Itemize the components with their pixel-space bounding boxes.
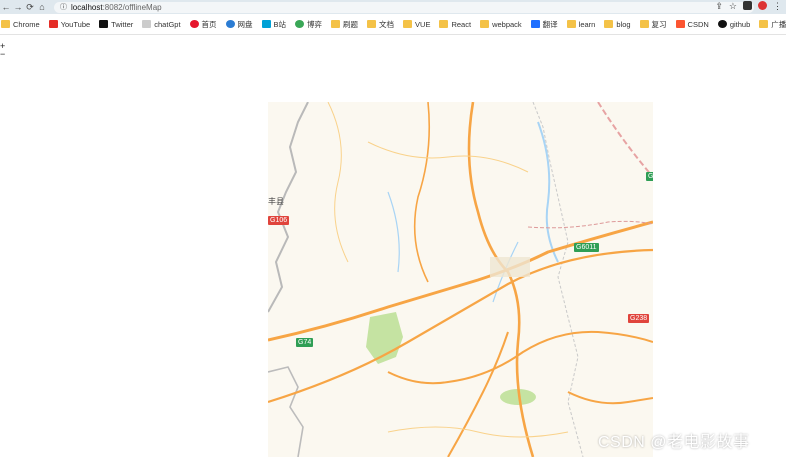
home-icon[interactable]: ⌂ [36,2,48,12]
cloud-disk-icon [225,20,235,28]
bookmarks-bar: Chrome YouTube Twitter chatGpt 首页 网盘 B站 博弈 刷题 文档 V… [0,14,786,35]
road-shield: G238 [628,314,650,323]
address-bar[interactable]: ⓘ localhost:8082/offlineMap [54,1,754,13]
folder-icon [639,20,649,28]
bookmark-label: github [729,19,751,29]
bookmark-label: blog [616,19,631,29]
reload-icon[interactable]: ⟳ [24,2,36,13]
bookmark-label: 文档 [379,19,395,29]
bookmark-item[interactable]: 翻译 [530,19,558,30]
bookmark-item[interactable]: YouTube [48,19,91,29]
game-icon [295,20,305,28]
zoom-control: + − [0,42,8,59]
bookmark-label: 博弈 [307,19,323,29]
bookmark-item[interactable]: 首页 [189,19,217,30]
bookmark-item[interactable]: webpack [480,20,522,29]
road-shield: G74 [296,338,314,347]
bookmark-label: B站 [273,19,287,29]
translate-icon [530,20,540,28]
bookmark-label: 复习 [651,19,667,29]
bookmark-item[interactable]: 网盘 [225,19,253,30]
bookmark-item[interactable]: learn [566,19,596,29]
zoom-out-button[interactable]: − [0,50,8,59]
bookmark-item[interactable]: 文档 [367,19,394,30]
bookmark-label: 刷题 [343,19,359,29]
weibo-icon [189,20,199,28]
csdn-icon [675,20,685,28]
bookmark-item[interactable]: github [717,19,751,29]
bookmark-item[interactable]: CSDN [675,19,709,29]
info-icon: ⓘ [60,4,67,11]
bookmark-item[interactable]: 博弈 [295,19,322,30]
folder-icon [759,20,769,28]
folder-icon [1,20,10,28]
forward-arrow-icon[interactable]: → [12,2,24,12]
bookmark-label: YouTube [60,19,91,29]
bookmark-label: Chrome [13,19,40,29]
bookmark-label: learn [578,19,596,29]
folder-icon [604,20,614,28]
menu-icon[interactable]: ⋮ [773,1,782,12]
star-icon[interactable]: ☆ [729,1,737,12]
offline-map[interactable]: 丰县 G106 G6011 G238 G74 G [268,102,653,457]
youtube-icon [48,20,58,28]
bookmark-label: 翻译 [542,19,558,29]
twitter-icon [99,20,109,28]
bookmark-label: chatGpt [154,19,181,29]
bookmark-item[interactable]: blog [604,19,631,29]
bookmark-item[interactable]: VUE [403,20,430,29]
folder-icon [439,20,449,28]
bookmark-item[interactable]: Twitter [99,20,133,29]
bookmark-label: 首页 [201,19,217,29]
bookmark-item[interactable]: 刷题 [331,19,358,30]
bookmark-item[interactable]: Chrome [1,20,40,29]
bookmark-label: VUE [415,19,431,29]
watermark: CSDN @老电影故事 [598,434,750,451]
bookmark-item[interactable]: chatGpt [142,19,181,29]
bookmark-label: Twitter [111,19,134,29]
back-arrow-icon[interactable]: ← [0,2,12,12]
bookmark-item[interactable]: 广播 [759,19,786,30]
map-tiles [268,102,653,457]
bookmark-item[interactable]: React [439,20,471,29]
bookmark-item[interactable]: B站 [261,19,287,30]
url-path: :8082/offlineMap [102,2,162,12]
folder-icon [331,20,341,28]
folder-icon [403,20,413,28]
extension-icon[interactable] [743,1,752,10]
chatgpt-icon [142,20,152,28]
bookmark-label: React [451,19,472,29]
url-host: localhost [71,2,103,12]
bookmark-label: CSDN [687,19,709,29]
road-shield: G106 [268,216,290,225]
edge-place-label: 丰县 [268,197,284,206]
github-icon [717,20,727,28]
folder-icon [480,20,490,28]
road-shield: G6011 [574,243,599,252]
folder-icon [367,20,377,28]
road-shield: G [646,172,653,181]
bookmark-label: 广播 [771,19,786,29]
browser-toolbar: ← → ⟳ ⌂ ⓘ localhost:8082/offlineMap ⇪ ☆ … [0,0,786,14]
bilibili-icon [261,20,271,28]
folder-icon [566,20,576,28]
extension-red-icon[interactable] [758,1,767,10]
bookmark-item[interactable]: 复习 [639,19,667,30]
share-icon[interactable]: ⇪ [715,1,723,12]
bookmark-label: webpack [492,19,522,29]
bookmark-label: 网盘 [237,19,253,29]
